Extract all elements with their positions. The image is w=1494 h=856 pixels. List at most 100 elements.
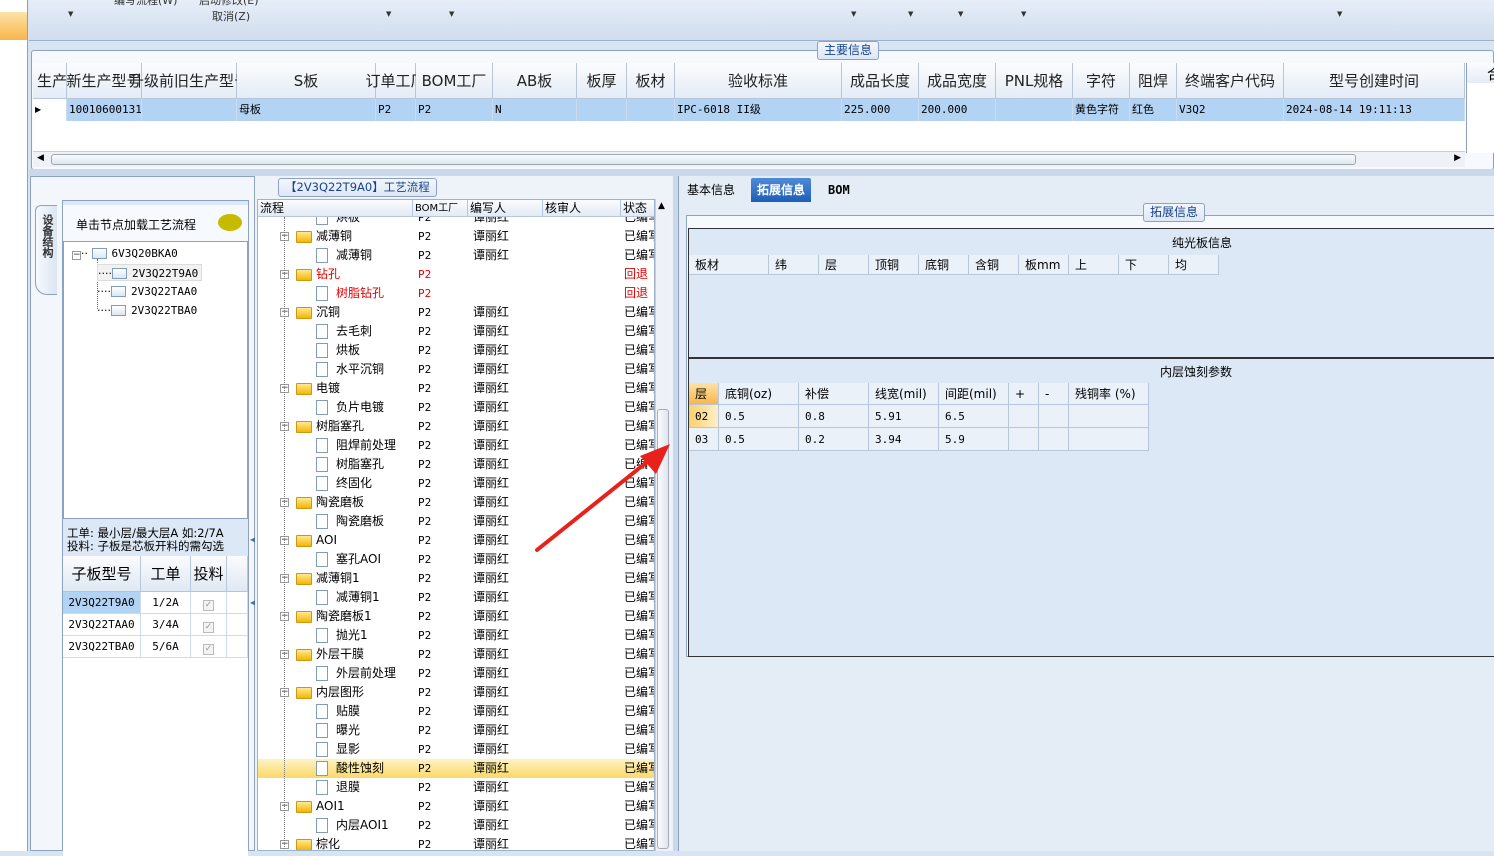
- tab-extended-info[interactable]: 拓展信息: [751, 178, 812, 202]
- splitter[interactable]: [29, 169, 1494, 176]
- sub-order-cell[interactable]: 1/2A: [141, 592, 191, 614]
- dropdown-arrow-icon[interactable]: ▼: [449, 10, 454, 18]
- collapse-icon[interactable]: −: [72, 251, 81, 260]
- sub-column-header[interactable]: 工单: [141, 556, 191, 592]
- flow-row[interactable]: −减薄铜1P2谭丽红已编写: [258, 569, 654, 588]
- tree-node-child[interactable]: ···· 2V3Q22TAA0: [97, 283, 197, 300]
- tab-device-structure[interactable]: 设备结构: [35, 205, 57, 295]
- flow-row[interactable]: 负片电镀 P2 谭丽红 已编写: [258, 398, 654, 417]
- column-header[interactable]: 字符: [1073, 63, 1130, 99]
- flow-row[interactable]: 终固化 P2 谭丽红 已编写: [258, 474, 654, 493]
- grid-cell[interactable]: 黄色字符: [1073, 99, 1130, 121]
- dropdown-arrow-icon[interactable]: ▼: [68, 10, 73, 18]
- scroll-right-icon[interactable]: ▶: [1454, 153, 1461, 163]
- plain-board-column-header[interactable]: 含铜: [969, 255, 1019, 275]
- scrollbar-thumb[interactable]: [51, 154, 1356, 165]
- column-header[interactable]: 订单工厂: [366, 63, 426, 99]
- column-header[interactable]: 升级前旧生产型号: [129, 63, 249, 99]
- etch-column-header[interactable]: 补偿: [799, 383, 869, 405]
- flow-row[interactable]: −电镀P2谭丽红已编写: [258, 379, 654, 398]
- dropdown-arrow-icon[interactable]: ▼: [851, 10, 856, 18]
- scroll-up-icon[interactable]: ▲: [658, 201, 665, 211]
- grid-cell[interactable]: 2024-08-14 19:11:13: [1284, 99, 1465, 121]
- etch-cell[interactable]: [1039, 405, 1069, 428]
- etch-cell[interactable]: 5.9: [939, 428, 1009, 451]
- column-header[interactable]: S板: [237, 63, 376, 99]
- tree-node-child[interactable]: ···· 2V3Q22T9A0: [97, 264, 203, 281]
- flow-column-header[interactable]: BOM工厂: [413, 200, 468, 217]
- column-header[interactable]: AB板: [493, 63, 577, 99]
- flow-row[interactable]: 去毛刺 P2 谭丽红 已编写: [258, 322, 654, 341]
- flow-row[interactable]: 树脂钻孔 P2 回退: [258, 284, 654, 303]
- tree-node-child[interactable]: ···· 2V3Q22TBA0: [97, 302, 197, 319]
- scrollbar-thumb[interactable]: [657, 409, 669, 849]
- flow-row[interactable]: − 钻孔 P2 回退: [258, 265, 654, 284]
- flow-row[interactable]: −陶瓷磨板P2谭丽红已编写: [258, 493, 654, 512]
- etch-cell[interactable]: 0.8: [799, 405, 869, 428]
- scroll-left-icon[interactable]: ◀: [37, 153, 44, 163]
- grid-cell[interactable]: V3Q2: [1177, 99, 1284, 121]
- grid-cell[interactable]: N: [493, 99, 577, 121]
- column-header[interactable]: 板材: [627, 63, 675, 99]
- flow-row[interactable]: 退膜 P2 谭丽红 已编写: [258, 778, 654, 797]
- grid-cell[interactable]: [996, 99, 1073, 121]
- grid-cell[interactable]: 母板: [237, 99, 376, 121]
- plain-board-column-header[interactable]: 底铜: [919, 255, 969, 275]
- column-header[interactable]: 型号创建时间: [1284, 63, 1465, 99]
- plain-board-column-header[interactable]: 上: [1069, 255, 1119, 275]
- plain-board-column-header[interactable]: 均: [1169, 255, 1219, 275]
- column-header[interactable]: 板厚: [577, 63, 627, 99]
- sub-column-header[interactable]: 投料: [191, 556, 227, 592]
- column-header[interactable]: 成品长度: [842, 63, 919, 99]
- etch-cell[interactable]: [1009, 428, 1039, 451]
- toolbar-item-start-modify[interactable]: 启动修改(E): [199, 0, 259, 8]
- etch-cell[interactable]: 02: [689, 405, 719, 428]
- plain-board-column-header[interactable]: 顶铜: [869, 255, 919, 275]
- grid-cell[interactable]: [142, 99, 237, 121]
- plain-board-column-header[interactable]: 下: [1119, 255, 1169, 275]
- etch-column-header[interactable]: 残铜率 (%): [1069, 383, 1149, 405]
- flow-row[interactable]: 曝光 P2 谭丽红 已编写: [258, 721, 654, 740]
- etch-column-header[interactable]: 间距(mil): [939, 383, 1009, 405]
- toolbar-cancel-button[interactable]: 取消(Z): [212, 8, 250, 24]
- etch-cell[interactable]: 0.5: [719, 428, 799, 451]
- horizontal-scrollbar[interactable]: ◀ ▶: [33, 151, 1465, 167]
- flow-row[interactable]: −外层干膜P2谭丽红已编写: [258, 645, 654, 664]
- flow-column-header[interactable]: 状态: [621, 200, 654, 217]
- plain-board-column-header[interactable]: 板mm: [1019, 255, 1069, 275]
- tab-basic-info[interactable]: 基本信息: [681, 178, 741, 202]
- etch-column-header[interactable]: +: [1009, 383, 1039, 405]
- plain-board-column-header[interactable]: 板材: [689, 255, 769, 275]
- flow-row[interactable]: −棕化P2谭丽红已编写: [258, 835, 654, 850]
- dropdown-arrow-icon[interactable]: ▼: [1021, 10, 1026, 18]
- etch-column-header[interactable]: 线宽(mil): [869, 383, 939, 405]
- plain-board-column-header[interactable]: 纬: [769, 255, 819, 275]
- dropdown-arrow-icon[interactable]: ▼: [958, 10, 963, 18]
- flow-row[interactable]: 外层前处理 P2 谭丽红 已编写: [258, 664, 654, 683]
- etch-cell[interactable]: 0.2: [799, 428, 869, 451]
- column-header[interactable]: BOM工厂: [416, 63, 493, 99]
- flow-row[interactable]: 烘板 P2 谭丽红 已编写: [258, 341, 654, 360]
- etch-cell[interactable]: [1069, 428, 1149, 451]
- etch-cell[interactable]: 5.91: [869, 405, 939, 428]
- dropdown-arrow-icon[interactable]: ▼: [908, 10, 913, 18]
- etch-column-header[interactable]: 层: [689, 383, 719, 405]
- grid-cell[interactable]: [627, 99, 675, 121]
- dropdown-arrow-icon[interactable]: ▼: [386, 10, 391, 18]
- etch-column-header[interactable]: 底铜(oz): [719, 383, 799, 405]
- grid-cell[interactable]: 10010600131665: [67, 99, 142, 121]
- flow-column-header[interactable]: 编写人: [468, 200, 543, 217]
- feed-checkbox[interactable]: ✓: [203, 622, 214, 633]
- vertical-scrollbar[interactable]: ▲: [655, 199, 670, 851]
- grid-cell[interactable]: P2: [416, 99, 493, 121]
- flow-column-header[interactable]: 流程: [258, 200, 413, 217]
- etch-cell[interactable]: [1009, 405, 1039, 428]
- etch-cell[interactable]: 0.5: [719, 405, 799, 428]
- column-header[interactable]: 终端客户代码: [1177, 63, 1284, 99]
- grid-cell[interactable]: 200.000: [919, 99, 996, 121]
- grid-cell[interactable]: [577, 99, 627, 121]
- column-header[interactable]: 验收标准: [675, 63, 842, 99]
- grid-cell[interactable]: IPC-6018 II级: [675, 99, 842, 121]
- sub-order-cell[interactable]: 5/6A: [141, 636, 191, 658]
- etch-column-header[interactable]: -: [1039, 383, 1069, 405]
